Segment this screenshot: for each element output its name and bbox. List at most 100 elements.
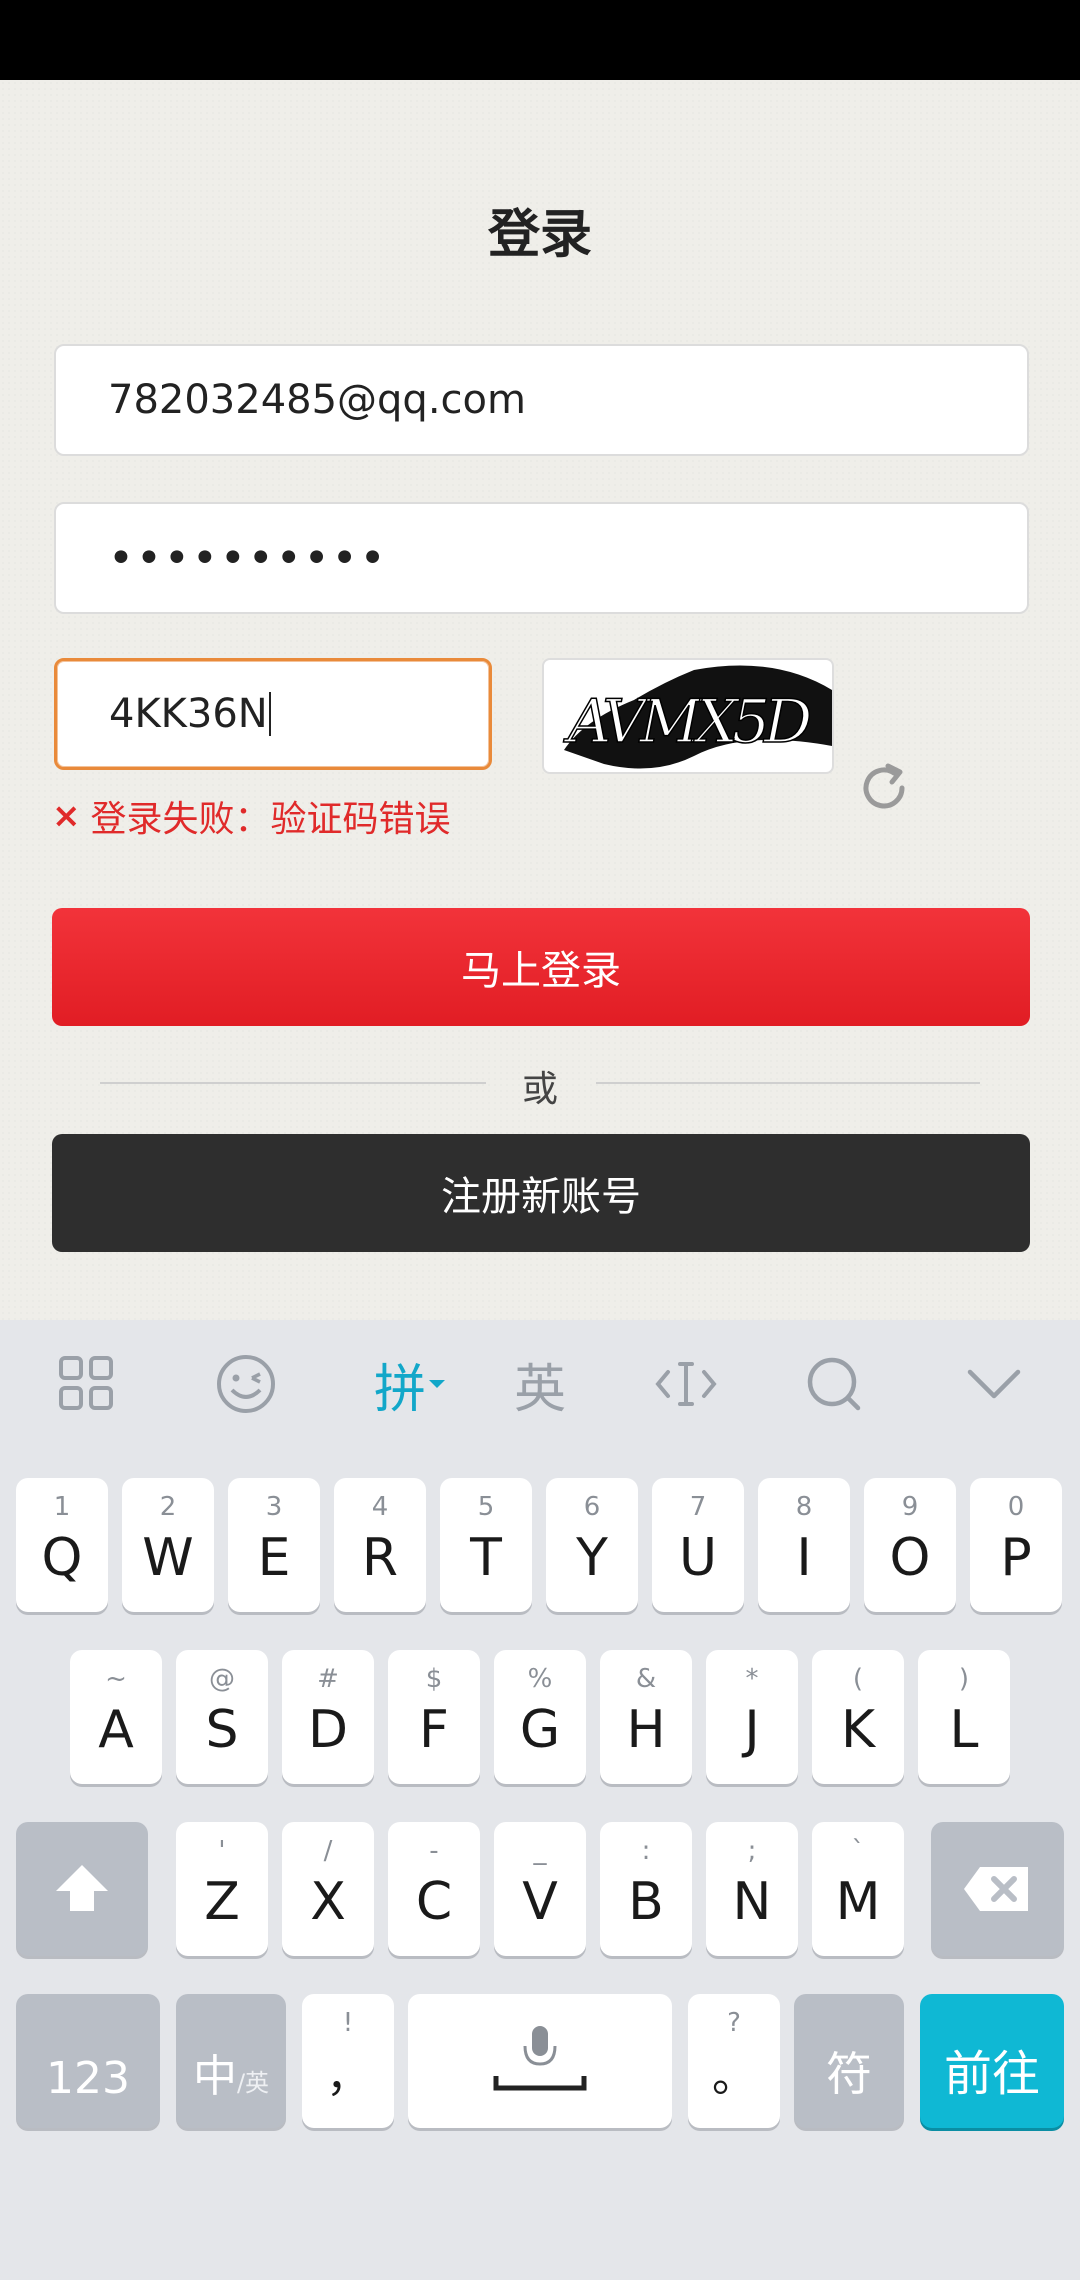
pinyin-label: 拼 [373,1359,426,1420]
key-hint: / [323,1836,333,1866]
key-s[interactable]: @ S [176,1650,268,1784]
key-hint: 6 [583,1492,601,1522]
password-field[interactable]: •••••••••• [54,502,1029,614]
captcha-input[interactable]: 4KK36N [54,658,492,770]
key-g[interactable]: % G [494,1650,586,1784]
login-page: 登录 782032485@qq.com •••••••••• 4KK36N AV… [0,80,1080,1320]
cursor-icon[interactable] [636,1344,736,1424]
key-hint: - [429,1836,439,1866]
language-sub: /英 [236,2069,270,2097]
key-label: I [796,1528,812,1588]
or-label: 或 [521,1069,558,1110]
key-f[interactable]: $ F [388,1650,480,1784]
error-text: 登录失败：验证码错误 [90,799,451,840]
key-u[interactable]: 7U [652,1478,744,1612]
language-key[interactable]: 中/英 [176,1994,286,2128]
emoji-icon[interactable] [196,1344,296,1424]
key-j[interactable]: * J [706,1650,798,1784]
language-key-label: 中/英 [176,2040,286,2104]
key-hint: ` [851,1836,865,1866]
key-w[interactable]: 2W [122,1478,214,1612]
email-field[interactable]: 782032485@qq.com [54,344,1029,456]
key-l[interactable]: ) L [918,1650,1010,1784]
key-x[interactable]: / X [282,1822,374,1956]
search-icon[interactable] [784,1344,884,1424]
key-hint: * [745,1664,759,1694]
key-hint: 2 [159,1492,177,1522]
key-p[interactable]: 0P [970,1478,1062,1612]
password-value: •••••••••• [108,532,388,584]
comma-key[interactable]: ! ， [302,1994,394,2128]
key-label: T [470,1528,502,1588]
key-n[interactable]: ; N [706,1822,798,1956]
text-caret [268,692,271,736]
error-icon: × [52,796,81,836]
symbols-key-label: 符 [826,2047,872,2101]
shift-icon [56,1865,108,1911]
pinyin-mode[interactable]: 拼 [355,1344,465,1424]
grid-icon[interactable] [37,1344,137,1424]
comma-hint: ! [342,2008,354,2038]
numbers-key[interactable]: 123 [16,1994,160,2128]
collapse-icon[interactable] [944,1344,1044,1424]
english-mode[interactable]: 英 [490,1344,590,1424]
key-label: C [415,1872,453,1932]
key-v[interactable]: _ V [494,1822,586,1956]
key-label: E [257,1528,291,1588]
key-h[interactable]: & H [600,1650,692,1784]
key-label: B [628,1872,664,1932]
backspace-icon [964,1867,1028,1911]
key-hint: ; [747,1836,757,1866]
key-hint: @ [209,1664,235,1694]
key-label: Q [41,1528,83,1588]
key-hint: 5 [477,1492,495,1522]
key-hint: ( [852,1664,864,1694]
go-key[interactable]: 前往 [920,1994,1064,2128]
key-label: W [142,1528,194,1588]
key-t[interactable]: 5T [440,1478,532,1612]
key-e[interactable]: 3E [228,1478,320,1612]
key-o[interactable]: 9O [864,1478,956,1612]
key-c[interactable]: -C [388,1822,480,1956]
key-label: J [744,1700,760,1760]
space-key[interactable] [408,1994,672,2128]
keyboard-toolbar: 拼 英 [0,1320,1080,1448]
key-a[interactable]: ~ A [70,1650,162,1784]
key-label: V [522,1872,558,1932]
symbols-key[interactable]: 符 [794,1994,904,2128]
key-q[interactable]: 1Q [16,1478,108,1612]
key-label: S [205,1700,239,1760]
soft-keyboard: 拼 英 1Q2W3E4R5T6Y7U8I9O0P ~ A @ S # D $ F% G & H * J(… [0,1320,1080,2280]
key-label: Y [576,1528,608,1588]
key-y[interactable]: 6Y [546,1478,638,1612]
page-title: 登录 [487,205,592,265]
key-i[interactable]: 8I [758,1478,850,1612]
key-k[interactable]: (K [812,1650,904,1784]
key-hint: % [527,1664,553,1694]
key-d[interactable]: # D [282,1650,374,1784]
refresh-captcha-icon[interactable] [856,760,912,816]
register-button[interactable]: 注册新账号 [52,1134,1030,1252]
key-hint: $ [425,1664,443,1694]
key-label: L [949,1700,979,1760]
period-key[interactable]: ? 。 [688,1994,780,2128]
key-label: O [889,1528,931,1588]
key-m[interactable]: ` M [812,1822,904,1956]
key-hint: 8 [795,1492,813,1522]
backspace-key[interactable] [931,1822,1064,1956]
key-label: P [1000,1528,1032,1588]
key-hint: ) [958,1664,970,1694]
english-label: 英 [513,1359,566,1420]
numbers-key-label: 123 [46,2053,130,2104]
key-hint: 0 [1007,1492,1025,1522]
captcha-image[interactable]: AVMX5D [542,658,834,774]
login-button[interactable]: 马上登录 [52,908,1030,1026]
key-r[interactable]: 4R [334,1478,426,1612]
shift-key[interactable] [16,1822,148,1956]
key-z[interactable]: ' Z [176,1822,268,1956]
error-message: × 登录失败：验证码错误 [52,790,451,842]
language-main: 中 [192,2051,237,2102]
divider-right [596,1082,980,1084]
key-b[interactable]: :B [600,1822,692,1956]
key-hint: 4 [371,1492,389,1522]
